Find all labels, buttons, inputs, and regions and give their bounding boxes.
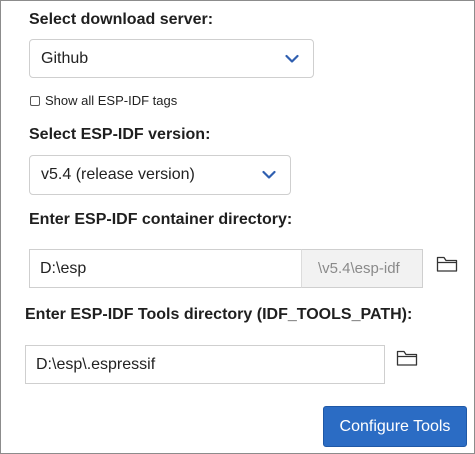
tools-dir-input[interactable]: D:\esp\.espressif	[25, 345, 385, 384]
container-dir-value: D:\esp	[40, 259, 87, 277]
setup-panel: Select download server: Github Show all …	[0, 0, 475, 454]
chevron-down-icon	[262, 170, 276, 179]
idf-version-label: Select ESP-IDF version:	[29, 126, 211, 143]
folder-icon[interactable]	[436, 255, 458, 273]
container-dir-suffix-text: \v5.4\esp-idf	[318, 260, 400, 277]
container-dir-suffix: \v5.4\esp-idf	[301, 249, 423, 288]
tools-dir-value: D:\esp\.espressif	[36, 355, 156, 373]
show-all-tags-checkbox[interactable]	[30, 95, 40, 106]
show-all-tags-label: Show all ESP-IDF tags	[45, 93, 178, 108]
download-server-label: Select download server:	[29, 11, 214, 28]
folder-icon[interactable]	[396, 349, 418, 367]
download-server-value: Github	[41, 49, 89, 67]
configure-tools-button[interactable]: Configure Tools	[323, 406, 467, 447]
download-server-select[interactable]: Github	[29, 39, 314, 78]
idf-version-select[interactable]: v5.4 (release version)	[29, 155, 291, 195]
container-dir-input[interactable]: D:\esp	[29, 249, 302, 288]
show-all-tags-row[interactable]: Show all ESP-IDF tags	[30, 93, 177, 108]
chevron-down-icon	[285, 54, 299, 63]
container-dir-label: Enter ESP-IDF container directory:	[29, 211, 293, 228]
tools-dir-label: Enter ESP-IDF Tools directory (IDF_TOOLS…	[25, 306, 413, 323]
idf-version-value: v5.4 (release version)	[41, 166, 195, 183]
